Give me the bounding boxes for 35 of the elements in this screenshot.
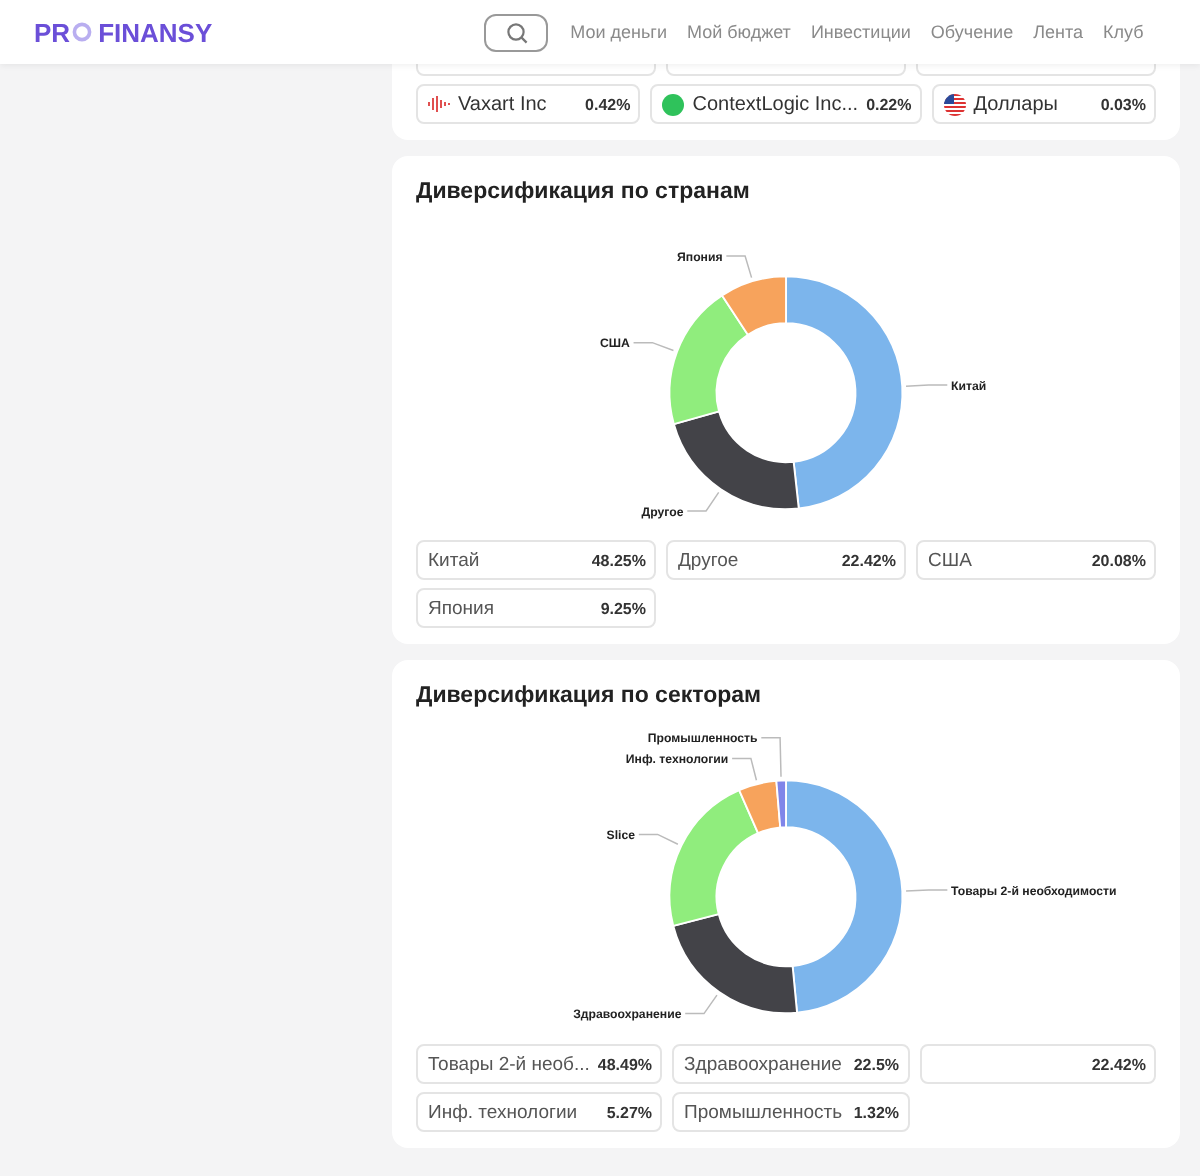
search-button[interactable]: [484, 13, 549, 51]
legend-tile: Япония 9.25%: [416, 588, 656, 628]
leader-line: [632, 341, 675, 352]
ring-icon: [72, 22, 93, 42]
section-title: Диверсификация по странам: [416, 180, 752, 204]
logo-text[interactable]: PR: [34, 17, 71, 47]
nav-link[interactable]: Обучение: [930, 22, 1014, 42]
logo-text[interactable]: FINANSY: [98, 17, 213, 47]
search-icon: [505, 21, 528, 43]
holding-tile[interactable]: Доллары 0.03%: [931, 84, 1156, 124]
legend-tile: Промышленность 1.32%: [672, 1092, 910, 1132]
logo-icon: [662, 93, 685, 115]
legend-tile: Инф. технологии 5.27%: [416, 1092, 663, 1132]
legend-tile: Здравоохранение 22.5%: [672, 1044, 910, 1084]
nav-link[interactable]: Мой бюджет: [686, 22, 791, 42]
leader-line: [684, 994, 718, 1015]
waveform-icon: [428, 96, 450, 112]
legend-tile: США 20.08%: [916, 540, 1156, 580]
nav-link[interactable]: Лента: [1033, 22, 1083, 42]
legend-tile: Товары 2-й необ... 48.49%: [416, 1044, 663, 1084]
leader-line: [905, 889, 949, 892]
holding-tile[interactable]: Vaxart Inc 0.42%: [416, 84, 641, 124]
section-title: Диверсификация по секторам: [416, 684, 764, 708]
holding-tile[interactable]: ContextLogic Inc... 0.22%: [650, 84, 922, 124]
legend-tile: Китай 48.25%: [416, 540, 656, 580]
flag-icon: [943, 93, 966, 115]
leader-line: [725, 255, 753, 279]
legend-tile: Другое 22.42%: [666, 540, 906, 580]
nav-link[interactable]: Мои деньги: [570, 22, 667, 42]
nav-link[interactable]: Инвестиции: [810, 22, 911, 42]
nav-link[interactable]: Клуб: [1103, 22, 1144, 42]
legend-tile: 22.42%: [919, 1044, 1156, 1084]
leader-line: [638, 833, 679, 845]
leader-line: [905, 384, 949, 387]
leader-line: [686, 491, 720, 512]
